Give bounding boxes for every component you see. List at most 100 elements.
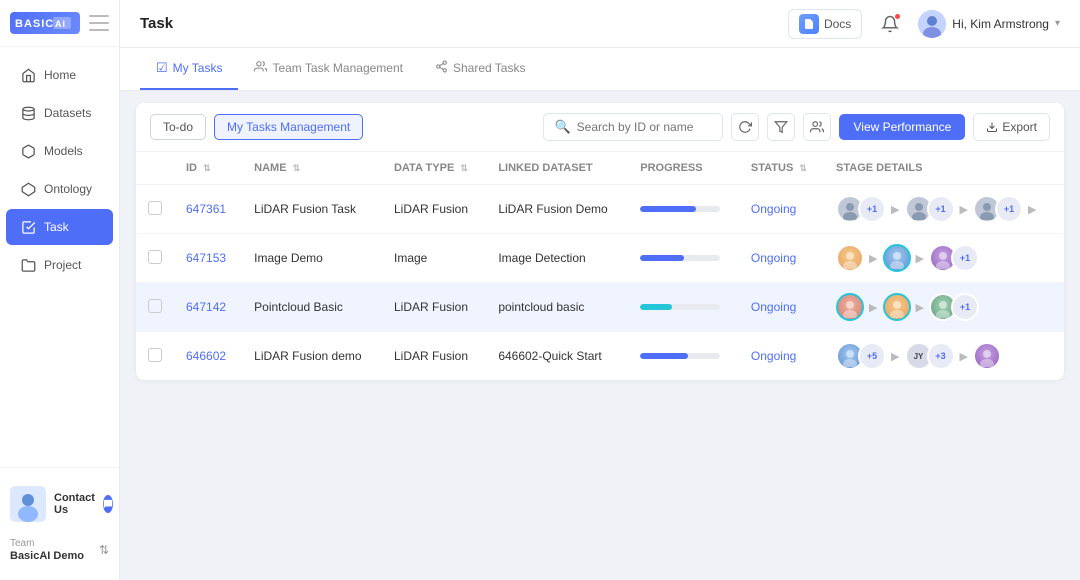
stage-avatar-count: +3 — [927, 342, 955, 370]
row-linked-dataset: 646602-Quick Start — [486, 332, 628, 381]
team-section[interactable]: Team BasicAI Demo ⇅ — [0, 530, 119, 570]
my-tasks-tab-icon: ☑ — [156, 60, 168, 76]
my-tasks-management-button[interactable]: My Tasks Management — [214, 114, 363, 140]
row-status: Ongoing — [751, 202, 796, 216]
data-type-sort-icon: ⇅ — [460, 163, 468, 173]
logo: BASIC AI — [10, 12, 80, 34]
stage-arrow: ▶ — [916, 301, 924, 314]
sidebar-item-task[interactable]: Task — [6, 209, 113, 245]
search-input[interactable] — [577, 120, 713, 134]
stage-arrow: ▶ — [869, 301, 877, 314]
user-menu-button[interactable]: Hi, Kim Armstrong ▾ — [918, 10, 1060, 38]
col-stage-details: STAGE DETAILS — [824, 152, 1064, 185]
stage-avatar-count: +1 — [951, 244, 979, 272]
row-id-link[interactable]: 646602 — [186, 349, 226, 363]
contact-icon-circle — [103, 495, 113, 513]
row-id-link[interactable]: 647142 — [186, 300, 226, 314]
notification-badge — [894, 13, 901, 20]
view-performance-button[interactable]: View Performance — [839, 114, 965, 140]
user-menu-chevron-icon: ▾ — [1055, 18, 1060, 29]
sidebar-item-datasets[interactable]: Datasets — [6, 95, 113, 131]
status-sort-icon: ⇅ — [799, 163, 807, 173]
filter-button[interactable] — [767, 113, 795, 141]
row-linked-dataset: Image Detection — [486, 234, 628, 283]
row-status: Ongoing — [751, 349, 796, 363]
toolbar: To-do My Tasks Management 🔍 View Perform… — [136, 103, 1064, 152]
stage-arrow: ▶ — [916, 252, 924, 265]
row-data-type: LiDAR Fusion — [382, 332, 486, 381]
team-info: Team BasicAI Demo — [10, 538, 84, 562]
notification-button[interactable] — [876, 10, 904, 38]
stage-arrow: ▶ — [891, 203, 899, 216]
row-name: LiDAR Fusion demo — [242, 332, 382, 381]
sidebar-item-task-label: Task — [44, 220, 69, 234]
col-checkbox — [136, 152, 174, 185]
tab-shared-tasks[interactable]: Shared Tasks — [419, 48, 542, 90]
table-row: 646602 LiDAR Fusion demo LiDAR Fusion 64… — [136, 332, 1064, 381]
sidebar-item-datasets-label: Datasets — [44, 106, 91, 120]
table-row: 647142 Pointcloud Basic LiDAR Fusion poi… — [136, 283, 1064, 332]
row-stage-details: +1 ▶ +1 ▶ — [836, 195, 1052, 223]
row-checkbox[interactable] — [148, 348, 162, 362]
row-checkbox[interactable] — [148, 201, 162, 215]
stage-arrow: ▶ — [960, 203, 968, 216]
row-name: LiDAR Fusion Task — [242, 185, 382, 234]
home-icon — [20, 67, 36, 83]
members-button[interactable] — [803, 113, 831, 141]
refresh-button[interactable] — [731, 113, 759, 141]
stage-avatar — [836, 244, 864, 272]
header: Task Docs Hi, Kim — [120, 0, 1080, 48]
shared-tasks-tab-label: Shared Tasks — [453, 61, 526, 75]
row-progress — [628, 234, 739, 283]
row-checkbox[interactable] — [148, 250, 162, 264]
datasets-icon — [20, 105, 36, 121]
svg-text:AI: AI — [55, 19, 66, 29]
contact-us-area[interactable]: Contact Us — [0, 478, 119, 530]
contact-avatar — [10, 486, 46, 522]
sidebar-logo-area: BASIC AI — [0, 0, 119, 47]
row-data-type: LiDAR Fusion — [382, 185, 486, 234]
col-data-type[interactable]: DATA TYPE ⇅ — [382, 152, 486, 185]
col-progress: PROGRESS — [628, 152, 739, 185]
tab-my-tasks[interactable]: ☑ My Tasks — [140, 48, 238, 90]
sidebar-item-home[interactable]: Home — [6, 57, 113, 93]
sidebar-nav: Home Datasets Models Ontology Task — [0, 47, 119, 467]
contact-us-label: Contact Us — [54, 492, 95, 516]
sidebar-item-project[interactable]: Project — [6, 247, 113, 283]
search-box: 🔍 — [543, 113, 723, 141]
table-row: 647153 Image Demo Image Image Detection … — [136, 234, 1064, 283]
row-id-link[interactable]: 647153 — [186, 251, 226, 265]
todo-button[interactable]: To-do — [150, 114, 206, 140]
row-status: Ongoing — [751, 300, 796, 314]
docs-button[interactable]: Docs — [788, 9, 862, 39]
col-status[interactable]: STATUS ⇅ — [739, 152, 824, 185]
stage-avatar-count: +1 — [995, 195, 1023, 223]
row-stage-details: ▶ ▶ — [836, 293, 1052, 321]
contact-info: Contact Us — [54, 492, 95, 516]
row-stage-details: +5 ▶ JY +3 ▶ — [836, 342, 1052, 370]
sidebar-item-models[interactable]: Models — [6, 133, 113, 169]
stage-avatar — [883, 244, 911, 272]
table-body: 647361 LiDAR Fusion Task LiDAR Fusion Li… — [136, 185, 1064, 381]
tab-team-task[interactable]: Team Task Management — [238, 48, 419, 90]
name-sort-icon: ⇅ — [293, 163, 301, 173]
row-id-link[interactable]: 647361 — [186, 202, 226, 216]
export-button[interactable]: Export — [973, 113, 1050, 141]
models-icon — [20, 143, 36, 159]
stage-avatar — [883, 293, 911, 321]
row-status: Ongoing — [751, 251, 796, 265]
user-avatar — [918, 10, 946, 38]
col-id[interactable]: ID ⇅ — [174, 152, 242, 185]
row-progress — [628, 185, 739, 234]
docs-label: Docs — [824, 17, 851, 31]
col-name[interactable]: NAME ⇅ — [242, 152, 382, 185]
main-content: Task Docs Hi, Kim — [120, 0, 1080, 580]
sidebar-item-models-label: Models — [44, 144, 83, 158]
row-checkbox[interactable] — [148, 299, 162, 313]
row-data-type: Image — [382, 234, 486, 283]
export-label: Export — [1002, 120, 1037, 134]
stage-avatar — [973, 342, 1001, 370]
row-linked-dataset: LiDAR Fusion Demo — [486, 185, 628, 234]
sidebar-item-ontology[interactable]: Ontology — [6, 171, 113, 207]
sidebar-toggle[interactable] — [89, 15, 109, 31]
